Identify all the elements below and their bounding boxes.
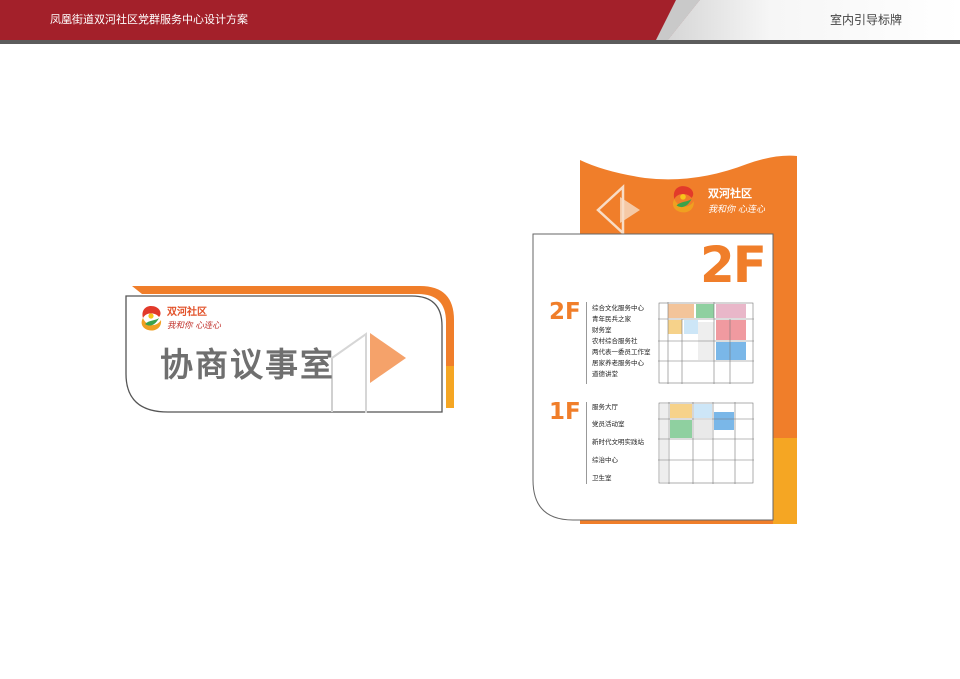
- room-item: 财务室: [592, 326, 612, 334]
- room-item: 综治中心: [592, 456, 618, 464]
- current-floor-label: 2F: [700, 236, 767, 294]
- floor-label-2f: 2F: [549, 299, 581, 325]
- floor-label-1f: 1F: [549, 399, 581, 425]
- room-item: 新时代文明实践站: [592, 438, 644, 446]
- room-item: 青年民兵之家: [592, 315, 631, 323]
- floor-divider: [586, 402, 587, 484]
- door-logo: 双河社区 我和你 心连心: [137, 302, 247, 336]
- room-item: 道德讲堂: [592, 370, 618, 378]
- room-name: 协商议事室: [160, 345, 335, 384]
- room-item: 综合文化服务中心: [592, 304, 644, 312]
- room-item: 卫生室: [592, 474, 612, 482]
- room-item: 两代表一委员工作室: [592, 348, 651, 356]
- logo-slogan: 我和你 心连心: [708, 205, 765, 215]
- room-item: 居家养老服务中心: [592, 359, 644, 367]
- project-title: 凤凰街道双河社区党群服务中心设计方案: [50, 13, 248, 26]
- floor-plan-1f: [658, 402, 754, 484]
- board-logo: 双河社区 我和你 心连心: [668, 183, 776, 217]
- logo-name: 双河社区: [167, 307, 207, 318]
- logo-slogan: 我和你 心连心: [167, 321, 221, 331]
- room-item: 服务大厅: [592, 403, 618, 411]
- header-right-panel: [668, 0, 960, 40]
- floor-divider: [586, 302, 587, 384]
- floor-plan-2f: [658, 302, 754, 384]
- logo-name: 双河社区: [708, 187, 752, 200]
- community-logo-icon: [672, 186, 694, 213]
- community-logo-icon: [141, 306, 162, 331]
- room-item: 农村综合服务社: [592, 337, 638, 345]
- section-title: 室内引导标牌: [829, 13, 902, 27]
- header-divider: [0, 40, 960, 44]
- room-item: 党员活动室: [592, 420, 625, 428]
